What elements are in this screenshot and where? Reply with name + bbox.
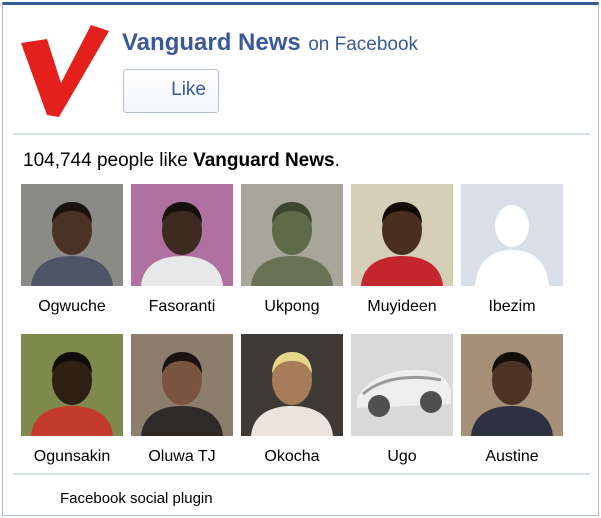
- fan-face[interactable]: Austine: [461, 334, 563, 466]
- fan-photo: [241, 184, 343, 286]
- like-count-period: .: [334, 150, 340, 171]
- fan-photo: [351, 334, 453, 436]
- fan-photo: [461, 334, 563, 436]
- fan-photo: [351, 184, 453, 286]
- facebook-like-box: Vanguard News on Facebook Like 104,744 p…: [2, 2, 599, 516]
- social-plugin-link[interactable]: Facebook social plugin: [60, 490, 213, 507]
- like-count: 104,744: [23, 150, 92, 171]
- fan-face[interactable]: Ugo: [351, 334, 453, 466]
- fan-name[interactable]: Ukpong: [241, 298, 343, 316]
- page-name-link[interactable]: Vanguard News: [122, 29, 301, 56]
- fan-face[interactable]: Ibezim: [461, 184, 563, 316]
- footer-divider: [13, 473, 590, 475]
- vanguard-v-logo-icon: [21, 25, 109, 117]
- fan-photo: [131, 334, 233, 436]
- on-facebook-link[interactable]: on Facebook: [308, 34, 418, 55]
- fan-name[interactable]: Ogunsakin: [21, 448, 123, 466]
- fan-photo: [21, 334, 123, 436]
- fan-photo: [21, 184, 123, 286]
- fan-name[interactable]: Fasoranti: [131, 298, 233, 316]
- like-button[interactable]: Like: [123, 69, 219, 113]
- header-divider: [13, 133, 590, 135]
- fan-face[interactable]: Ukpong: [241, 184, 343, 316]
- fan-name[interactable]: Ibezim: [461, 298, 563, 316]
- silhouette-avatar-icon: [461, 184, 563, 286]
- fan-name[interactable]: Austine: [461, 448, 563, 466]
- fan-face[interactable]: Muyideen: [351, 184, 453, 316]
- like-count-label: people like: [96, 150, 188, 171]
- fan-face[interactable]: Ogunsakin: [21, 334, 123, 466]
- fan-face[interactable]: Oluwa TJ: [131, 334, 233, 466]
- like-count-text: 104,744 people like Vanguard News.: [23, 150, 340, 172]
- fan-face[interactable]: Okocha: [241, 334, 343, 466]
- fan-name[interactable]: Muyideen: [351, 298, 453, 316]
- fan-photo: [241, 334, 343, 436]
- fan-name[interactable]: Okocha: [241, 448, 343, 466]
- fan-face[interactable]: Fasoranti: [131, 184, 233, 316]
- fan-name[interactable]: Ogwuche: [21, 298, 123, 316]
- fan-face[interactable]: Ogwuche: [21, 184, 123, 316]
- fan-name[interactable]: Ugo: [351, 448, 453, 466]
- like-box-header: Vanguard News on Facebook Like: [17, 19, 587, 129]
- like-count-page-name: Vanguard News: [193, 150, 335, 171]
- vanguard-logo[interactable]: [21, 25, 111, 117]
- fan-photo: [131, 184, 233, 286]
- fan-name[interactable]: Oluwa TJ: [131, 448, 233, 466]
- page-title-line: Vanguard News on Facebook: [122, 29, 418, 57]
